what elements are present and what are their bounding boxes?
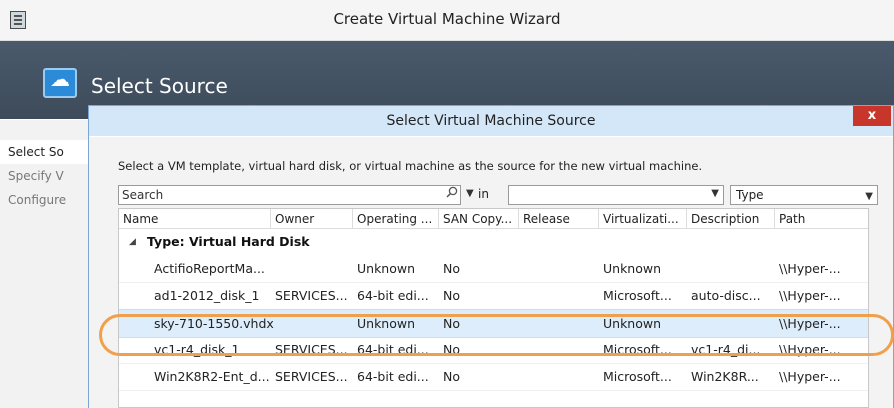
group-by-value: Type — [736, 188, 764, 202]
cell-owner: SERVICES... — [275, 342, 348, 357]
cell-path: \\Hyper-... — [779, 288, 841, 303]
window-titlebar: Create Virtual Machine Wizard — [0, 0, 894, 41]
cell-description: auto-disc... — [691, 288, 761, 303]
cell-path: \\Hyper-... — [779, 369, 841, 384]
column-header-name[interactable]: Name — [119, 209, 271, 229]
dialog-body: Select a VM template, virtual hard disk,… — [89, 137, 893, 408]
page-title: Select Source — [91, 74, 228, 98]
cell-os: Unknown — [357, 261, 416, 276]
cell-name: ad1-2012_disk_1 — [154, 288, 260, 303]
cell-virtualization: Unknown — [603, 261, 662, 276]
group-by-dropdown[interactable]: Type ▼ — [730, 185, 878, 205]
cloud-source-icon — [43, 67, 77, 98]
cell-owner: SERVICES... — [275, 288, 348, 303]
column-header-path[interactable]: Path — [775, 209, 868, 229]
nav-item-select-source[interactable]: Select So — [0, 140, 90, 164]
cell-name: ActifioReportMa... — [154, 261, 265, 276]
cell-owner: SERVICES... — [275, 369, 348, 384]
column-header-os[interactable]: Operating ... — [353, 209, 439, 229]
dialog-titlebar: Select Virtual Machine Source — [89, 106, 893, 136]
cell-san-copy: No — [443, 316, 460, 331]
cell-name: sky-710-1550.vhdx — [154, 316, 274, 331]
cell-os: Unknown — [357, 316, 416, 331]
column-header-owner[interactable]: Owner — [271, 209, 353, 229]
column-header-virtualization[interactable]: Virtualizati... — [599, 209, 687, 229]
chevron-down-icon: ▼ — [865, 191, 873, 202]
cell-virtualization: Microsoft... — [603, 342, 672, 357]
cell-description: Win2K8R... — [691, 369, 759, 384]
cell-virtualization: Microsoft... — [603, 288, 672, 303]
group-header[interactable]: ◢ Type: Virtual Hard Disk — [119, 229, 868, 255]
cell-path: \\Hyper-... — [779, 342, 841, 357]
cell-san-copy: No — [443, 261, 460, 276]
cell-os: 64-bit edi... — [357, 288, 429, 303]
table-row[interactable]: ActifioReportMa... Unknown No Unknown \\… — [119, 255, 868, 283]
dialog-title: Select Virtual Machine Source — [386, 113, 596, 129]
cell-virtualization: Microsoft... — [603, 369, 672, 384]
cell-description: vc1-r4_di... — [691, 342, 761, 357]
column-header-san-copy[interactable]: SAN Copy... — [439, 209, 519, 229]
nav-item-configure[interactable]: Configure — [0, 188, 90, 212]
cell-san-copy: No — [443, 288, 460, 303]
table-row[interactable]: ad1-2012_disk_1 SERVICES... 64-bit edi..… — [119, 282, 868, 310]
chevron-down-icon: ▼ — [711, 188, 719, 199]
cell-path: \\Hyper-... — [779, 316, 841, 331]
wizard-nav: Select So Specify V Configure — [0, 120, 91, 408]
column-header-description[interactable]: Description — [687, 209, 775, 229]
search-icon[interactable] — [446, 186, 458, 198]
window-title: Create Virtual Machine Wizard — [333, 10, 561, 28]
search-input[interactable]: Search — [118, 185, 461, 205]
table-row-selected[interactable]: sky-710-1550.vhdx Unknown No Unknown \\H… — [119, 309, 868, 338]
cell-os: 64-bit edi... — [357, 342, 429, 357]
search-options-chevron-icon[interactable]: ▼ — [466, 188, 474, 199]
column-header-release[interactable]: Release — [519, 209, 599, 229]
instruction-text: Select a VM template, virtual hard disk,… — [118, 159, 703, 173]
cell-san-copy: No — [443, 342, 460, 357]
close-button[interactable]: x — [853, 106, 891, 126]
cell-path: \\Hyper-... — [779, 261, 841, 276]
nav-item-specify[interactable]: Specify V — [0, 164, 90, 188]
select-source-dialog: Select Virtual Machine Source x Select a… — [88, 105, 894, 408]
cell-name: Win2K8R2-Ent_d... — [154, 369, 270, 384]
cell-os: 64-bit edi... — [357, 369, 429, 384]
search-scope-dropdown[interactable]: ▼ — [508, 185, 724, 205]
collapse-triangle-icon[interactable]: ◢ — [129, 229, 136, 255]
table-row[interactable]: vc1-r4_disk_1 SERVICES... 64-bit edi... … — [119, 336, 868, 364]
source-grid: Name Owner Operating ... SAN Copy... Rel… — [118, 208, 869, 408]
cell-name: vc1-r4_disk_1 — [154, 342, 240, 357]
cell-virtualization: Unknown — [603, 316, 662, 331]
table-row[interactable]: Win2K8R2-Ent_d... SERVICES... 64-bit edi… — [119, 363, 868, 391]
cell-san-copy: No — [443, 369, 460, 384]
in-label: in — [478, 187, 489, 201]
group-label: Type: Virtual Hard Disk — [147, 234, 310, 249]
